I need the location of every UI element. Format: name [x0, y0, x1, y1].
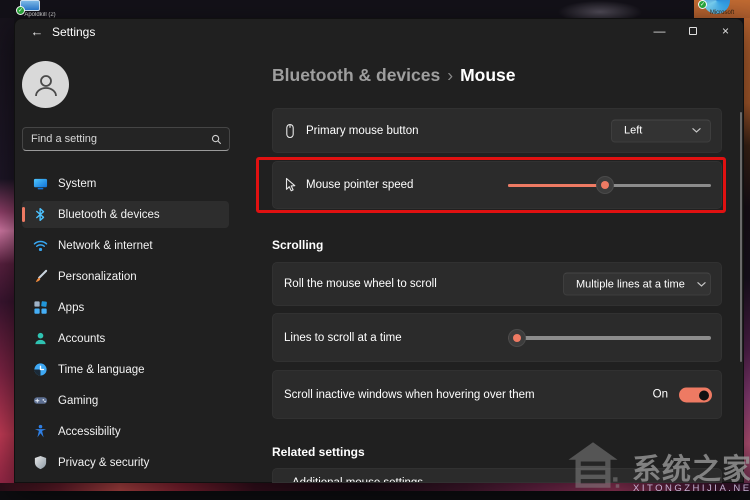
bluetooth-icon [33, 207, 48, 222]
shield-icon [33, 455, 48, 470]
pointer-speed-slider[interactable] [508, 176, 711, 194]
setting-row-scroll-inactive: Scroll inactive windows when hovering ov… [272, 370, 722, 419]
slider-fill [508, 184, 605, 188]
sidebar-item-label: Accessibility [58, 426, 121, 438]
clock-icon [33, 362, 48, 377]
sidebar-item-time-language[interactable]: Time & language [22, 356, 229, 383]
sidebar-item-label: Privacy & security [58, 457, 149, 469]
game-controller-icon [33, 393, 48, 408]
setting-label: Roll the mouse wheel to scroll [284, 278, 437, 290]
screen: ✓ Apoldkill (2) ✓ Microsoft ← Settings —… [0, 0, 750, 500]
wheel-scroll-dropdown[interactable]: Multiple lines at a time [563, 273, 711, 296]
sidebar-item-apps[interactable]: Apps [22, 294, 229, 321]
dropdown-value: Left [624, 125, 642, 137]
sidebar-item-accounts[interactable]: Accounts [22, 325, 229, 352]
sidebar-item-label: Apps [58, 302, 84, 314]
desktop-icon-label: Microsoft [694, 10, 750, 16]
brush-icon [33, 269, 48, 284]
setting-label: Mouse pointer speed [306, 179, 413, 191]
setting-label: Scroll inactive windows when hovering ov… [284, 389, 535, 401]
setting-label: Primary mouse button [306, 125, 419, 137]
wifi-icon [33, 238, 48, 253]
sidebar-item-system[interactable]: System [22, 170, 229, 197]
sync-check-icon: ✓ [698, 0, 707, 9]
back-button[interactable]: ← [26, 23, 48, 41]
accessibility-person-icon [33, 424, 48, 439]
sidebar-item-bluetooth-devices[interactable]: Bluetooth & devices [22, 201, 229, 228]
breadcrumb-separator-icon: › [440, 65, 460, 85]
section-header-related: Related settings [272, 445, 365, 459]
sidebar-item-label: Gaming [58, 395, 98, 407]
window-title: Settings [52, 25, 95, 39]
lines-to-scroll-slider[interactable] [508, 329, 711, 347]
taskbar[interactable] [0, 491, 750, 500]
search-input[interactable] [23, 133, 211, 145]
search-icon[interactable] [211, 134, 222, 145]
sidebar-item-label: Network & internet [58, 240, 153, 252]
sidebar-item-gaming[interactable]: Gaming [22, 387, 229, 414]
page-title: Mouse [460, 65, 515, 85]
section-header-scrolling: Scrolling [272, 238, 323, 252]
desktop-icon-file[interactable]: ✓ Apoldkill (2) [14, 0, 66, 18]
setting-label: Lines to scroll at a time [284, 332, 402, 344]
dropdown-value: Multiple lines at a time [576, 278, 685, 290]
sidebar-item-personalization[interactable]: Personalization [22, 263, 229, 290]
desktop-icon-microsoft[interactable]: ✓ Microsoft [694, 0, 750, 18]
setting-row-wheel-scroll: Roll the mouse wheel to scroll Multiple … [272, 262, 722, 306]
setting-row-primary-mouse-button: Primary mouse button Left [272, 108, 722, 153]
scroll-inactive-toggle[interactable] [679, 387, 712, 402]
slider-thumb[interactable] [508, 329, 526, 347]
setting-label: Additional mouse settings [292, 477, 423, 483]
cursor-icon [282, 177, 298, 193]
breadcrumb: Bluetooth & devices›Mouse [272, 65, 516, 86]
desktop-wallpaper-top [0, 0, 750, 18]
desktop-wallpaper-right [744, 18, 750, 491]
toggle-knob [699, 390, 709, 400]
sidebar-item-accessibility[interactable]: Accessibility [22, 418, 229, 445]
sidebar-item-label: Time & language [58, 364, 145, 376]
sidebar-item-label: Personalization [58, 271, 137, 283]
chevron-down-icon [680, 128, 701, 134]
primary-button-dropdown[interactable]: Left [611, 119, 711, 142]
toggle-state-label: On [653, 389, 668, 401]
maximize-button[interactable] [677, 18, 708, 44]
maximize-icon [689, 27, 697, 35]
desktop-wallpaper-left [0, 18, 14, 491]
breadcrumb-parent[interactable]: Bluetooth & devices [272, 65, 440, 85]
apps-grid-icon [33, 300, 48, 315]
slider-track[interactable] [508, 336, 711, 340]
user-avatar[interactable] [22, 61, 69, 108]
vertical-scrollbar[interactable] [740, 112, 742, 362]
setting-row-pointer-speed: Mouse pointer speed [272, 161, 722, 209]
sidebar-item-network[interactable]: Network & internet [22, 232, 229, 259]
system-icon [33, 176, 48, 191]
sidebar-item-label: System [58, 178, 96, 190]
sidebar-item-privacy-security[interactable]: Privacy & security [22, 449, 229, 476]
sidebar-item-label: Accounts [58, 333, 105, 345]
sidebar-item-label: Bluetooth & devices [58, 209, 160, 221]
account-person-icon [33, 331, 48, 346]
setting-row-lines-to-scroll: Lines to scroll at a time [272, 313, 722, 362]
desktop-wallpaper-bottom [0, 483, 750, 491]
mouse-icon [282, 123, 298, 139]
person-icon [31, 70, 61, 100]
chevron-down-icon [685, 281, 706, 287]
minimize-button[interactable]: — [644, 18, 675, 44]
setting-row-additional-mouse-settings[interactable]: Additional mouse settings [272, 468, 722, 483]
search-box[interactable] [22, 127, 230, 151]
slider-thumb[interactable] [596, 176, 614, 194]
selected-accent-bar [22, 207, 25, 222]
close-button[interactable]: × [710, 18, 741, 44]
